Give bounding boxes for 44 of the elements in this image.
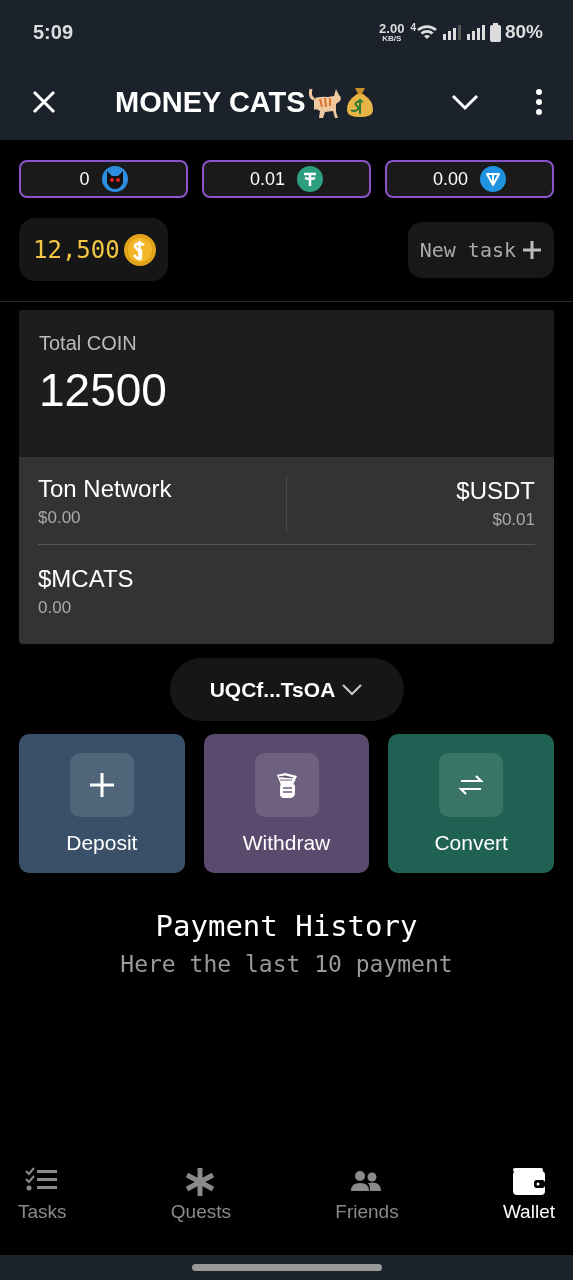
action-button[interactable]: Convert (388, 734, 554, 873)
nav-tab[interactable]: Friends (335, 1167, 399, 1243)
signal-icon (465, 23, 486, 41)
asset-name: $MCATS (38, 565, 135, 593)
status-time: 5:09 (33, 20, 74, 44)
plus-icon (522, 239, 542, 260)
new-task-button[interactable]: New task (407, 221, 554, 278)
coin-icon (123, 233, 156, 266)
nav-tab[interactable]: Quests (170, 1167, 232, 1243)
balance-value: 0.00 (432, 168, 468, 190)
asset-name: Ton Network (38, 475, 173, 503)
network-speed: 2.00 (379, 21, 405, 35)
wallet-icon (511, 1167, 546, 1197)
action-button[interactable]: Withdraw (203, 734, 370, 873)
tether-icon (297, 166, 323, 192)
asset-amount: 0.00 (38, 598, 73, 618)
nav-tab[interactable]: Tasks (18, 1167, 67, 1243)
history-subtitle: Here the last 10 payment (120, 951, 453, 977)
asset-amount: $0.01 (491, 510, 535, 530)
balance-value: 0.01 (249, 168, 285, 190)
coin-amount: 12,500 (33, 235, 120, 264)
network-type: 4 (410, 22, 416, 33)
total-value: 12500 (39, 363, 168, 417)
ton-icon (480, 166, 506, 192)
close-icon[interactable] (31, 89, 57, 115)
chevron-down-icon[interactable] (451, 93, 479, 111)
nav-tab[interactable]: Wallet (502, 1167, 555, 1243)
asset-name: $USDT (455, 477, 535, 505)
more-icon[interactable] (535, 89, 543, 115)
wifi-icon (415, 23, 438, 41)
speed-unit: KB/S (382, 34, 402, 43)
history-title: Payment History (155, 909, 418, 943)
cat-icon (101, 166, 128, 192)
chevron-down-icon (341, 683, 364, 696)
money-bag-icon (345, 86, 374, 118)
battery-icon (489, 22, 501, 42)
asset-amount: $0.00 (38, 508, 82, 528)
wallet-address-button[interactable]: UQCf...TsOA (169, 658, 404, 721)
app-title: MONEY CATS (115, 85, 306, 119)
battery-level: 80% (504, 21, 543, 43)
action-button[interactable]: Deposit (19, 734, 185, 873)
total-label: Total COIN (39, 332, 138, 355)
signal-icon (441, 23, 462, 41)
balance-value: 0 (79, 168, 90, 190)
